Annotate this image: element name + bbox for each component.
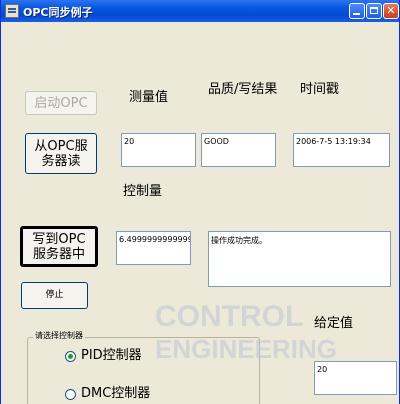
title-bar[interactable]: OPC同步例子 ✕: [1, 0, 399, 22]
app-icon: [5, 4, 19, 18]
write-to-server-button[interactable]: 写到OPC服务器中: [20, 226, 98, 267]
stop-button[interactable]: 停止: [21, 282, 88, 309]
write-result-field[interactable]: 操作成功完成。: [208, 231, 391, 287]
pid-radio-button[interactable]: [65, 351, 76, 362]
maximize-icon[interactable]: [366, 3, 382, 19]
measured-value-field[interactable]: 20: [121, 133, 196, 167]
measured-value-label: 测量值: [129, 90, 169, 105]
read-from-server-button[interactable]: 从OPC服务器读: [25, 133, 97, 174]
watermark-line2: ENGINEERING: [155, 334, 338, 364]
pid-radio-label[interactable]: PID控制器: [81, 348, 142, 364]
timestamp-field[interactable]: 2006-7-5 13:19:34: [293, 133, 390, 167]
quality-field[interactable]: GOOD: [201, 133, 276, 167]
control-value-field[interactable]: 6.4999999999999: [116, 231, 191, 265]
control-value-label: 控制量: [123, 184, 163, 199]
set-value-field[interactable]: 20: [314, 361, 397, 395]
start-opc-button[interactable]: 启动OPC: [25, 91, 97, 115]
controller-group-title: 请选择控制器: [33, 330, 85, 341]
watermark-line1: CONTROL: [155, 300, 304, 333]
timestamp-label: 时间戳: [300, 82, 340, 97]
set-value-label: 给定值: [314, 316, 354, 331]
window-title: OPC同步例子: [23, 6, 93, 19]
dmc-radio-label[interactable]: DMC控制器: [81, 386, 150, 402]
quality-write-result-label: 品质/写结果: [208, 82, 278, 97]
close-icon[interactable]: ✕: [383, 3, 399, 19]
minimize-icon[interactable]: [349, 3, 365, 19]
dmc-radio-button[interactable]: [65, 389, 76, 400]
opc-sync-window: OPC同步例子 ✕ 启动OPC 从OPC服务器读 写到OPC服务器中 停止 测量…: [0, 0, 400, 404]
